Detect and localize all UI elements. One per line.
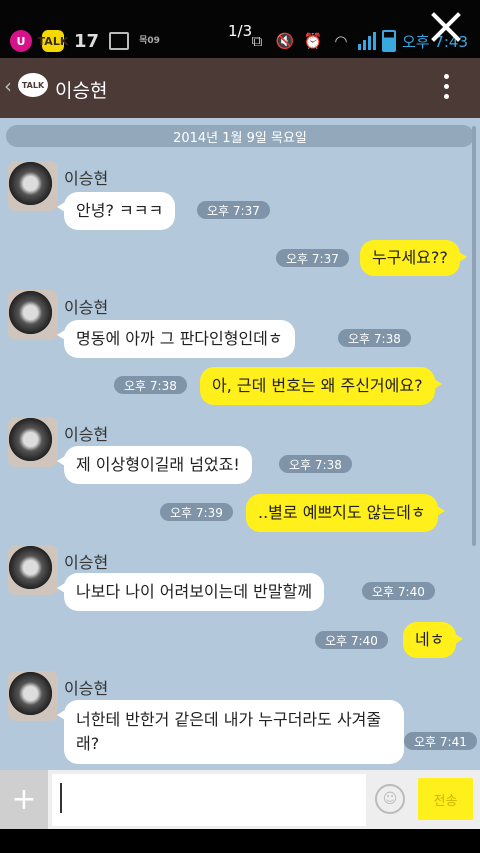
sender-name: 이승현	[64, 553, 109, 572]
message-input[interactable]	[52, 774, 366, 826]
avatar[interactable]	[8, 290, 58, 340]
signal-icon	[357, 32, 376, 50]
kakaotalk-icon: TALK	[38, 30, 68, 52]
battery-icon	[381, 30, 396, 52]
message-time: 오후 7:39	[160, 503, 233, 521]
avatar[interactable]	[8, 417, 58, 467]
message-time: 오후 7:38	[338, 329, 411, 347]
attach-plus-button[interactable]: +	[0, 770, 48, 829]
notification-icons: U TALK 17 목09	[10, 30, 160, 52]
message-time: 오후 7:37	[276, 249, 349, 267]
message-bubble[interactable]: 네ㅎ	[403, 622, 464, 658]
overflow-menu-icon[interactable]	[444, 74, 450, 104]
talk-logo-icon: TALK	[18, 73, 48, 97]
message-time: 오후 7:38	[114, 376, 187, 394]
text-caret	[60, 783, 62, 813]
message-bubble[interactable]: 아, 근데 번호는 왜 주신거에요?	[200, 367, 442, 405]
avatar[interactable]	[8, 545, 58, 595]
message-time: 오후 7:41	[404, 732, 477, 750]
message-bubble[interactable]: 나보다 나이 어려보이는데 반말할께	[56, 573, 325, 611]
mute-icon: 🔇	[275, 32, 295, 50]
alarm-icon: ⏰	[303, 32, 323, 50]
message-bubble[interactable]: 제 이상형이길래 넘었죠!	[57, 446, 252, 484]
avatar[interactable]	[8, 161, 58, 211]
chat-area[interactable]: 2014년 1월 9일 목요일 이승현 안녕? ㅋㅋㅋ 오후 7:37 오후 7…	[0, 118, 480, 770]
message-time: 오후 7:40	[315, 631, 388, 649]
message-time: 오후 7:38	[279, 455, 352, 473]
sender-name: 이승현	[64, 298, 109, 317]
weather-label: 목09	[139, 35, 160, 46]
bottom-bar	[0, 829, 480, 853]
chat-header: ‹ TALK 이승현	[0, 58, 480, 118]
avatar[interactable]	[8, 671, 58, 721]
gallery-icon	[109, 32, 130, 50]
sender-name: 이승현	[64, 169, 109, 188]
screen-share-icon: ⧉	[251, 32, 263, 50]
send-button[interactable]: 전송	[418, 778, 473, 820]
calendar-date: 17	[74, 30, 100, 52]
date-divider: 2014년 1월 9일 목요일	[6, 125, 474, 147]
message-bubble[interactable]: 누구세요??	[360, 240, 467, 276]
message-time: 오후 7:37	[197, 201, 270, 219]
sender-name: 이승현	[64, 679, 109, 698]
chat-title: 이승현	[55, 80, 108, 102]
close-icon[interactable]	[430, 12, 460, 42]
scrollbar[interactable]	[472, 126, 476, 546]
message-bubble[interactable]: 명동에 아까 그 판다인형인데ㅎ	[57, 320, 295, 358]
back-arrow-icon[interactable]: ‹	[4, 74, 12, 98]
uplus-icon: U	[10, 30, 32, 52]
emoticon-icon[interactable]: ☺	[375, 784, 405, 814]
message-bubble[interactable]: 안녕? ㅋㅋㅋ	[56, 192, 176, 230]
message-time: 오후 7:40	[362, 582, 435, 600]
message-bubble[interactable]: 너한테 반한거 같은데 내가 누구더라도 사겨줄래?	[57, 700, 404, 764]
sender-name: 이승현	[64, 425, 109, 444]
status-bar: U TALK 17 목09 1/3 ⧉ 🔇 ⏰ ◠ 오후 7:43	[0, 0, 480, 58]
message-bubble[interactable]: ..별로 예쁘지도 않는데ㅎ	[246, 494, 445, 532]
wifi-icon: ◠	[334, 32, 348, 50]
input-bar: + ☺ 전송	[0, 770, 480, 829]
